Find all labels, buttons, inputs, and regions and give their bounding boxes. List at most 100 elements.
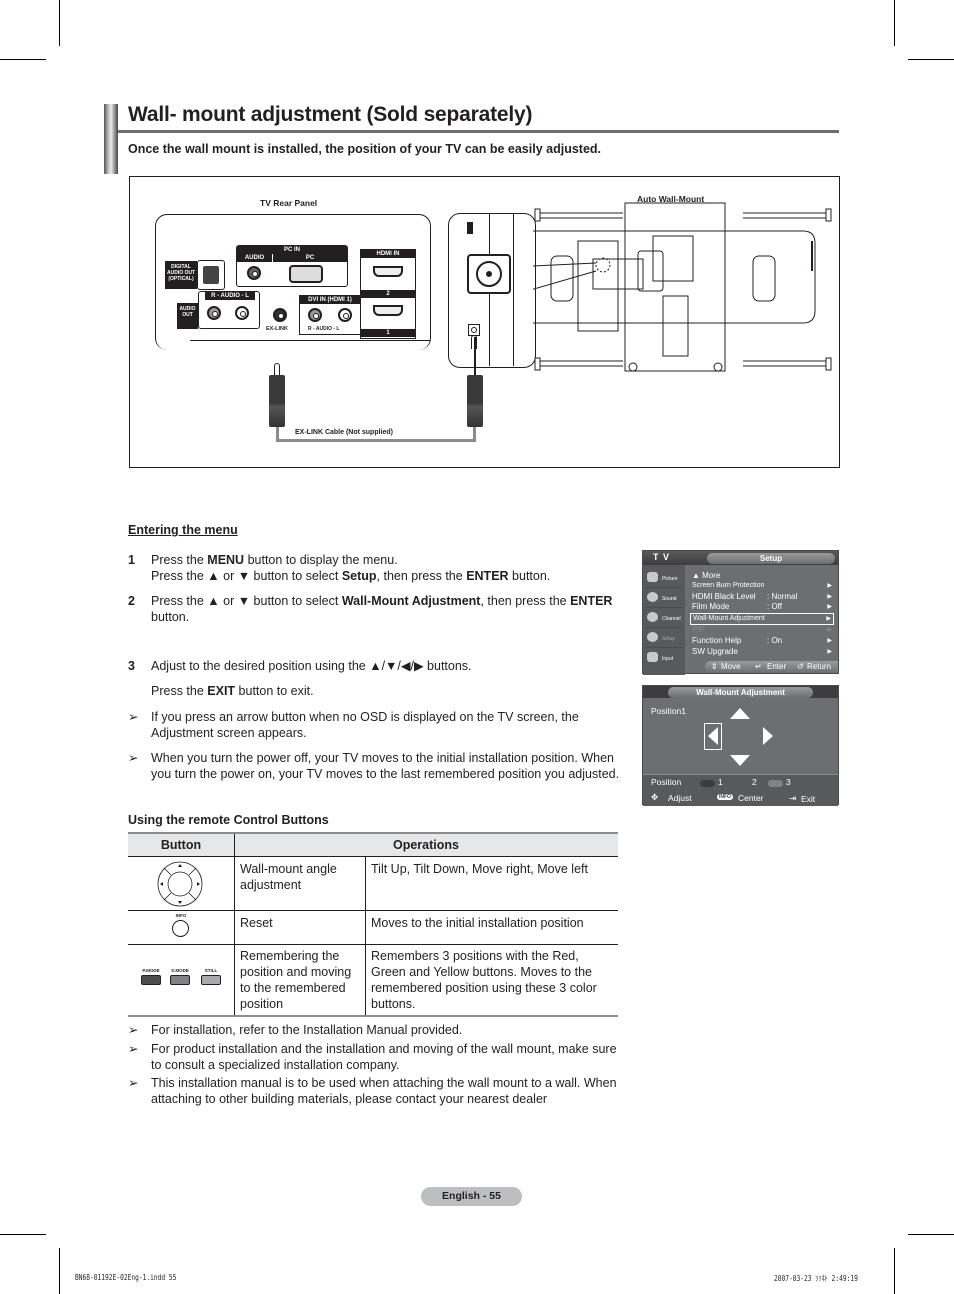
position-3-label: 3 (786, 777, 791, 787)
table-divider (128, 944, 618, 945)
crop-mark (0, 1234, 46, 1235)
hdmi-2-port (373, 266, 403, 277)
power-connector (467, 254, 511, 294)
setup-gear-icon (647, 632, 658, 642)
chevron-right-icon: ▶ (827, 627, 832, 633)
position-3-pill[interactable] (768, 780, 783, 787)
crop-mark (908, 1234, 954, 1235)
connection-diagram: TV Rear Panel Auto Wall-Mount DIGITAL AU… (129, 176, 840, 468)
operation-cell: Remembers 3 positions with the Red, Gree… (371, 949, 597, 1011)
osd-header: T V Setup (643, 551, 838, 565)
input-icon (647, 652, 658, 662)
osd-sidebar-item-sound[interactable]: Sound (645, 589, 683, 608)
osd-setup-tab: Setup (707, 553, 835, 564)
osd-row-more[interactable]: ▲ More (692, 571, 834, 581)
osd-enter-label: Enter (767, 662, 787, 671)
note-arrow-icon: ➢ (128, 1023, 139, 1037)
green-button-icon (170, 975, 190, 985)
section-accent-bar (104, 104, 118, 174)
chevron-right-icon: ▶ (827, 594, 832, 600)
dvi-audio-label: R - AUDIO - L (308, 326, 340, 332)
operation-cell: Moves to the initial installation positi… (371, 916, 584, 930)
red-button-icon (141, 975, 161, 985)
page-subtitle: Once the wall mount is installed, the po… (128, 142, 602, 156)
function-cell: Wall-mount angle adjustment (240, 862, 337, 892)
hdmi-2-label: 2 (361, 290, 415, 298)
info-icon: INFO (717, 794, 733, 800)
cable-label: EX-LINK Cable (Not supplied) (295, 429, 393, 436)
file-slug: BN68-01192E-02Eng-1.indd 55 (75, 1273, 177, 1282)
osd-sidebar-item-input[interactable]: Input (645, 649, 683, 668)
arrow-right-icon[interactable] (763, 727, 773, 745)
note-text: When you turn the power off, your TV mov… (151, 751, 620, 781)
page-number-badge: English - 55 (421, 1187, 522, 1206)
info-button-label: INFO (175, 913, 187, 918)
osd-row[interactable]: SW Upgrade ▶ (692, 647, 834, 657)
ex-link-plug-left (269, 375, 285, 427)
osd-row[interactable]: Film Mode: Off ▶ (692, 602, 834, 612)
function-cell: Remembering the position and moving to t… (240, 949, 352, 1011)
bottom-port-row (190, 340, 430, 352)
channel-icon (647, 612, 658, 622)
osd-sidebar: Picture Sound Channel Setup Input (643, 565, 685, 675)
return-icon: ↺ (797, 662, 804, 671)
still-label: STILL (204, 968, 218, 973)
osd-wall-mount-adjustment: Wall-Mount Adjustment Position1 Position… (642, 685, 839, 806)
audio-out-label: AUDIO OUT (177, 303, 198, 329)
adjust-icon: ✥ (651, 792, 659, 802)
osd-row[interactable]: Screen Burn Protection ▶ (692, 581, 834, 591)
cable (474, 337, 476, 375)
osd-row[interactable]: HDMI Black Level: Normal ▶ (692, 592, 834, 602)
position-1-pill[interactable] (700, 780, 715, 787)
remote-section-heading: Using the remote Control Buttons (128, 813, 329, 827)
ex-link-port (273, 308, 287, 322)
position-2-pill[interactable] (734, 780, 749, 787)
osd-setup-menu: T V Setup Picture Sound Channel Setup In… (642, 550, 839, 675)
chevron-right-icon: ▶ (826, 616, 831, 622)
osd-return-label: Return (807, 662, 832, 671)
audio-out-l-jack (235, 306, 249, 320)
table-divider (365, 857, 366, 1015)
auto-wall-mount-drawing (533, 202, 832, 372)
arrow-left-icon[interactable] (708, 727, 718, 745)
hdmi-1-port (373, 305, 403, 316)
osd-row[interactable]: Function Help: On ▶ (692, 636, 834, 646)
pc-audio-jack (247, 266, 261, 280)
osd-sidebar-item-setup[interactable]: Setup (645, 629, 683, 648)
osd-row-selected[interactable]: Wall-Mount Adjustment ▶ (690, 613, 834, 625)
tv-rear-panel: DIGITAL AUDIO OUT (OPTICAL) PC IN AUDIO … (155, 214, 431, 350)
osd-row-disabled: PIP ▶ (692, 625, 832, 634)
osd-sidebar-item-channel[interactable]: Channel (645, 609, 683, 628)
step-text: Press the ▲ or ▼ button to select Wall-M… (151, 594, 613, 624)
position-1-label: 1 (718, 777, 723, 787)
dvi-in-label: DVI IN (HDMI 1) (300, 296, 360, 304)
vga-port (289, 265, 323, 283)
ex-link-plug-right (467, 375, 483, 427)
chevron-right-icon: ▶ (827, 649, 832, 655)
pc-label: PC (273, 254, 347, 262)
dvi-in-group: DVI IN (HDMI 1) R - AUDIO - L (299, 295, 361, 335)
table-header: Button Operations (128, 834, 618, 857)
note-arrow-icon: ➢ (128, 710, 139, 724)
osd-footer: Position 1 2 3 ✥ Adjust INFO Center ⇥ Ex… (643, 774, 838, 806)
hdmi-1-label: 1 (361, 329, 415, 337)
pc-in-group: PC IN AUDIO PC (236, 245, 348, 287)
sound-icon (647, 592, 658, 602)
chevron-right-icon: ▶ (827, 638, 832, 644)
step-number: 1 (128, 553, 135, 567)
center-label: Center (738, 793, 764, 803)
osd-title: Wall-Mount Adjustment (668, 687, 813, 698)
osd-sidebar-item-picture[interactable]: Picture (645, 569, 683, 588)
enter-icon: ↵ (755, 662, 762, 671)
step-text: Adjust to the desired position using the… (151, 659, 472, 673)
crop-mark (0, 59, 46, 60)
cable (276, 439, 476, 442)
exit-text: Press the EXIT button to exit. (151, 684, 314, 698)
move-icon: ⇕ (711, 662, 718, 671)
pmode-label: P.MODE (142, 968, 160, 973)
arrow-up-icon[interactable] (730, 708, 750, 719)
arrow-down-icon[interactable] (730, 755, 750, 766)
pc-audio-label: AUDIO (237, 254, 272, 262)
smode-label: S.MODE (171, 968, 189, 973)
step-number: 2 (128, 594, 135, 608)
